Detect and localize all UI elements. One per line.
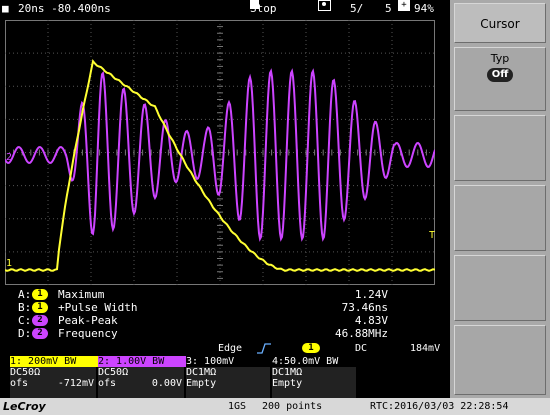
softkey-3[interactable] [454,115,546,181]
timebase-readout: 20ns -80.400ns [18,2,111,15]
trigger-mode: Edge [218,343,243,354]
measurement-panel: A: 1 Maximum 1.24V B: 1 +Pulse Width 73.… [18,288,388,340]
channel-3-settings[interactable]: DC1MΩ Empty [186,367,270,401]
waveform-svg: 2 1 T [5,20,435,285]
channel-1-header[interactable]: 1: 200mV BW [10,356,98,367]
trigger-level: 184mV [410,343,441,354]
record-length: 200 points [262,401,323,412]
softkey-6[interactable] [454,325,546,395]
softkey-4[interactable] [454,185,546,251]
menu-title: Cursor [454,3,546,43]
bottom-status-bar: LeCroy 1GS 200 points RTC:2016/03/03 22:… [0,398,550,415]
sweep-total: 5 [385,2,392,15]
channel-indicator: ■ [2,2,9,15]
channel-4-header[interactable]: 4:50.0mV BW [272,356,358,367]
waveform-display[interactable]: 2 1 T [5,20,435,285]
status-bar: ■ 20ns -80.400ns Stop 5/ 5 + 94% [0,0,450,18]
channel-3-header[interactable]: 3: 100mV [186,356,272,367]
softkey-5[interactable] [454,255,546,321]
sample-rate: 1GS [228,401,247,412]
cursor-type-value: Off [487,68,513,82]
trigger-level-marker: T [429,230,435,241]
channel-2-header[interactable]: 2: 1.00V BW [98,356,186,367]
trigger-coupling: DC [355,343,368,354]
channel-2-settings[interactable]: DC50Ω ofs 0.00V [98,367,184,401]
battery-percent: 94% [414,2,434,15]
channel-1-settings[interactable]: DC50Ω ofs -712mV [10,367,96,401]
channel-1-marker: 1 [6,258,12,269]
channel-2-marker: 2 [6,152,12,163]
cursor-type-button[interactable]: Typ Off [454,47,546,111]
sweep-count: 5/ [350,2,364,15]
brand-logo: LeCroy [3,400,46,413]
softkey-menu: Cursor Typ Off [450,0,550,398]
channel-4-settings[interactable]: DC1MΩ Empty [272,367,356,401]
rtc-clock: RTC:2016/03/03 22:28:54 [370,401,509,412]
trigger-info[interactable]: Edge 1 DC 184mV [0,343,450,355]
